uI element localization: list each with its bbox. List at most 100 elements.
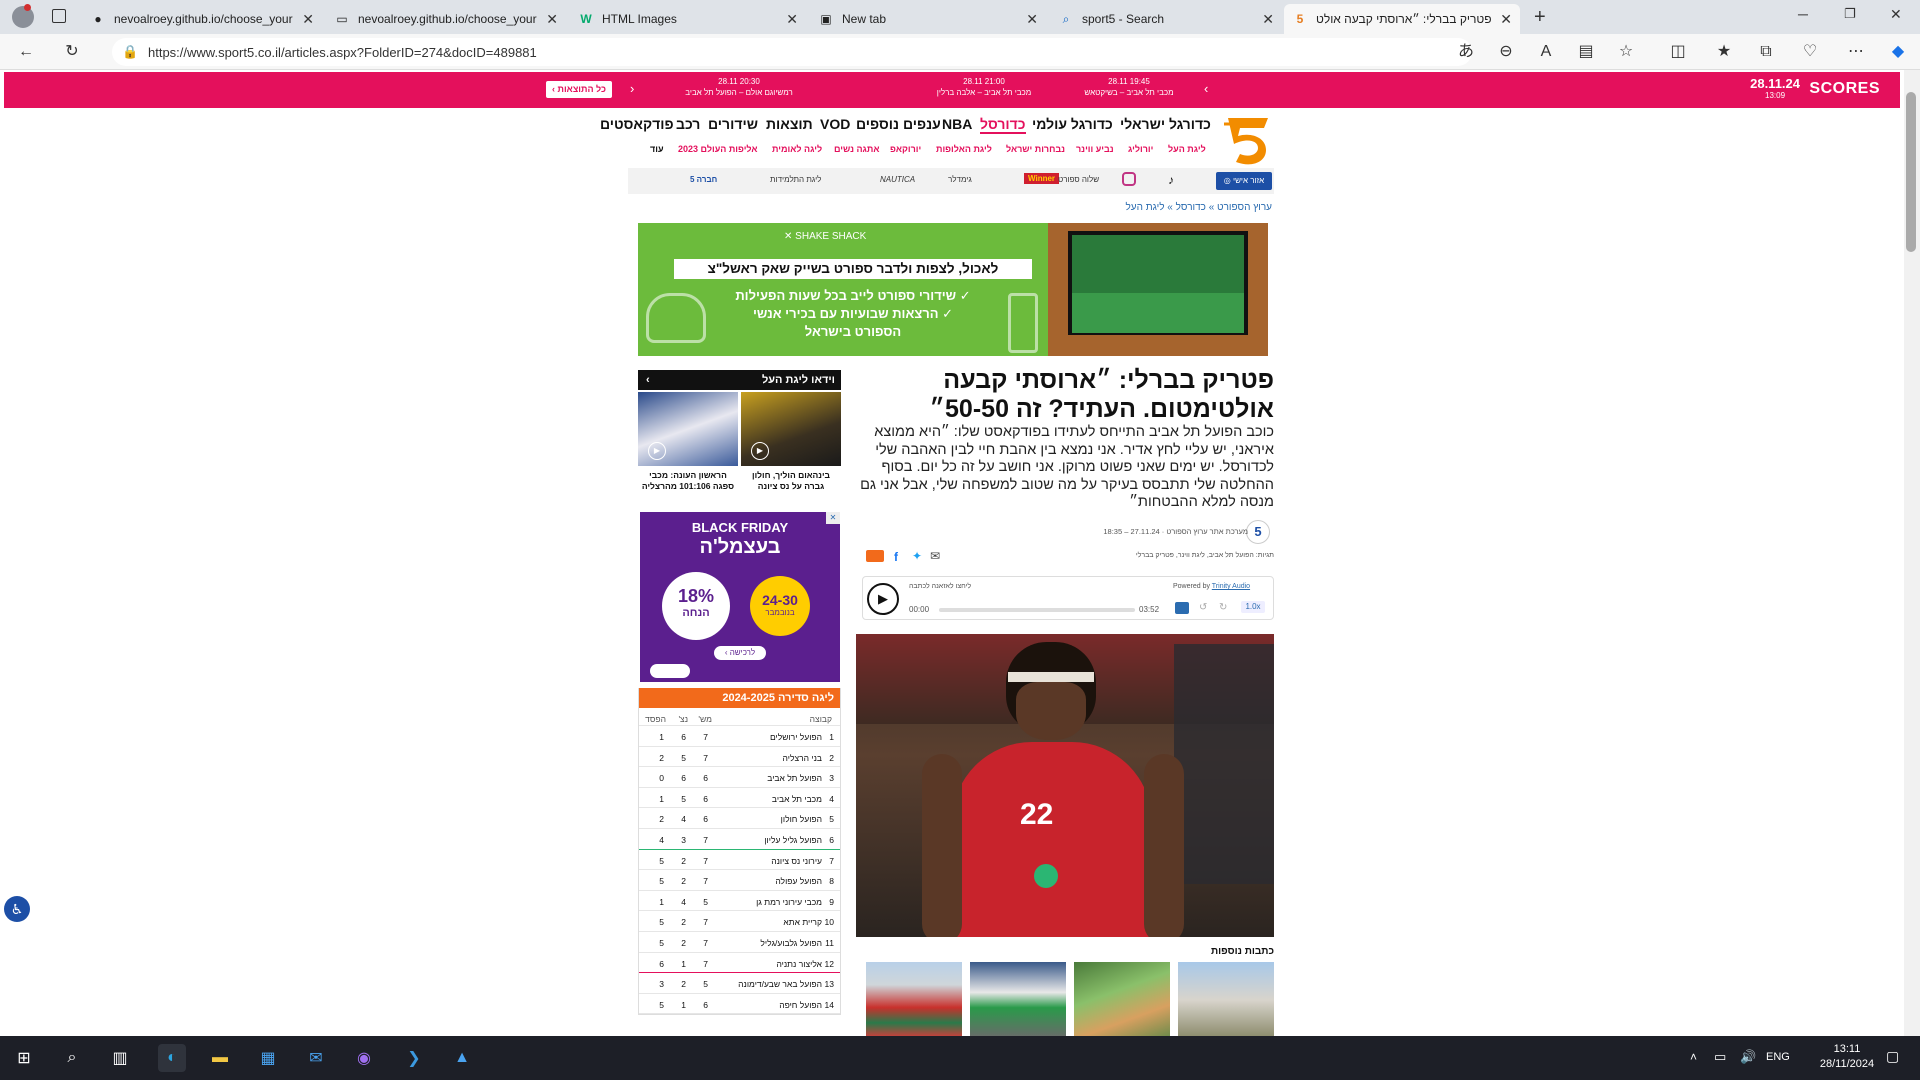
league-table-row[interactable]: 10 קריית אתא 7 2 5: [639, 911, 840, 932]
video-caption[interactable]: בינהאום הוליך, חולון גברה על נס ציונה: [741, 470, 841, 492]
language-indicator[interactable]: ENG: [1766, 1051, 1790, 1063]
more-icon[interactable]: ⋯: [1846, 42, 1866, 62]
bf-cta-button[interactable]: ‹ לרכישה: [714, 646, 766, 660]
video-section-header[interactable]: וידאו ליגת העל ›: [638, 370, 841, 390]
more-article-thumb[interactable]: [970, 962, 1066, 1036]
league-table-row[interactable]: 14 הפועל חיפה 6 1 5: [639, 994, 840, 1015]
instagram-icon[interactable]: [1122, 172, 1136, 186]
tab-github-1[interactable]: ● nevoalroey.github.io/choose_your ✕: [82, 4, 322, 34]
speed-button[interactable]: 1.0x: [1241, 601, 1265, 613]
league-table-row[interactable]: 11 הפועל גלבוע/גליל 7 2 5: [639, 932, 840, 953]
accessibility-icon[interactable]: ♿: [4, 896, 30, 922]
notifications-icon[interactable]: ▢: [1886, 1048, 1899, 1065]
chevron-up-icon[interactable]: ˄: [1690, 1050, 1697, 1064]
league-table-row[interactable]: 6 הפועל גליל עליון 7 3 4: [639, 829, 840, 850]
back-icon[interactable]: ←: [16, 42, 36, 62]
mail-icon[interactable]: ✉: [302, 1044, 330, 1072]
user-login-button[interactable]: ◎ אזור אישי: [1216, 172, 1272, 190]
nav-item[interactable]: כדורגל עולמי: [1032, 116, 1113, 132]
twitter-icon[interactable]: ✦: [912, 549, 922, 563]
league-table-row[interactable]: 3 הפועל תל אביב 6 6 0: [639, 767, 840, 788]
tiktok-icon[interactable]: ♪: [1168, 173, 1174, 187]
subnav-item[interactable]: נבחרות ישראל: [1006, 144, 1065, 154]
close-icon[interactable]: ✕: [546, 11, 558, 28]
chevron-right-icon[interactable]: ›: [630, 81, 634, 96]
email-icon[interactable]: ✉: [930, 549, 940, 563]
breadcrumb[interactable]: ערוץ הספורט » כדורסל » ליגת העל: [1100, 202, 1272, 213]
taskbar-clock[interactable]: 13:11 28/11/2024: [1808, 1042, 1886, 1072]
audio-progress-bar[interactable]: [939, 608, 1135, 612]
subnav-item[interactable]: ליגת האלופות: [936, 144, 992, 154]
paint-app-icon[interactable]: ▲: [448, 1044, 476, 1072]
score-match-3[interactable]: 28.11 20:30 רמשיוגם אולם – הפועל תל אביב: [674, 76, 804, 98]
league-table-row[interactable]: 2 בני הרצליה 7 5 2: [639, 747, 840, 768]
play-button[interactable]: ▶: [867, 583, 899, 615]
ad-black-friday[interactable]: ✕ BLACK FRIDAY בעצמל'ה 18% הנחה 24-30 בנ…: [640, 512, 840, 682]
article-tags[interactable]: תגיות: הפועל תל אביב, ליגת ווינר, פטריק …: [1040, 552, 1274, 559]
tab-html-images[interactable]: W HTML Images ✕: [570, 4, 806, 34]
restore-button[interactable]: ❐: [1844, 6, 1856, 22]
winner-logo[interactable]: Winner: [1024, 173, 1060, 184]
tab-github-2[interactable]: ▭ nevoalroey.github.io/choose_your ✕: [326, 4, 566, 34]
more-article-thumb[interactable]: [1074, 962, 1170, 1036]
page-scrollbar-thumb[interactable]: [1906, 92, 1916, 252]
facebook-icon[interactable]: f: [894, 550, 898, 564]
minimize-button[interactable]: ─: [1798, 6, 1808, 22]
more-article-thumb[interactable]: [1178, 962, 1274, 1036]
collections-icon[interactable]: ⧉: [1756, 42, 1776, 62]
store-icon[interactable]: ▦: [254, 1044, 282, 1072]
nav-item[interactable]: VOD: [820, 116, 850, 132]
subnav-item[interactable]: נביע ווינר: [1076, 144, 1114, 154]
subnav-item[interactable]: ליגת העל: [1168, 144, 1206, 154]
url-field[interactable]: 🔒 https://www.sport5.co.il/articles.aspx…: [112, 38, 1472, 66]
league-table-row[interactable]: 9 מכבי עירוני רמת גן 5 4 1: [639, 891, 840, 912]
chevron-left-icon[interactable]: ‹: [1204, 81, 1208, 96]
github-desktop-icon[interactable]: ◉: [350, 1044, 378, 1072]
tab-sport5-article[interactable]: 5 פטריק בברלי: ״ארוסתי קבעה אולט ✕: [1284, 4, 1520, 34]
close-icon[interactable]: ✕: [1026, 11, 1038, 28]
new-tab-button[interactable]: +: [1534, 6, 1546, 29]
translate-icon[interactable]: あ: [1456, 42, 1476, 62]
close-icon[interactable]: ✕: [1262, 11, 1274, 28]
task-view-icon[interactable]: ▥: [106, 1044, 134, 1072]
tab-search[interactable]: ⌕ sport5 - Search ✕: [1050, 4, 1282, 34]
nav-item[interactable]: רכב: [676, 116, 700, 132]
file-explorer-icon[interactable]: ▬: [206, 1044, 234, 1072]
network-icon[interactable]: ▭: [1714, 1049, 1726, 1065]
nav-item[interactable]: כדורגל ישראלי: [1120, 116, 1211, 132]
more-article-thumb[interactable]: [866, 962, 962, 1036]
read-aloud-icon[interactable]: A: [1536, 42, 1556, 62]
taskbar-search-icon[interactable]: ⌕: [58, 1044, 86, 1072]
video-thumb[interactable]: ▶: [741, 392, 841, 466]
league-table-row[interactable]: 7 עירוני נס ציונה 7 2 5: [639, 850, 840, 871]
partner-item[interactable]: 5 חברה: [690, 175, 717, 184]
close-window-button[interactable]: ✕: [1890, 6, 1902, 23]
partner-item[interactable]: NAUTICA: [880, 175, 915, 184]
sport5-logo[interactable]: [1218, 114, 1272, 166]
copilot-icon[interactable]: ◆: [1888, 42, 1908, 62]
rewind-icon[interactable]: ↺: [1199, 602, 1207, 613]
lock-icon[interactable]: 🔒: [122, 44, 138, 60]
score-match-1[interactable]: 28.11 19:45 מכבי תל אביב – בשיקטאש: [1064, 76, 1194, 98]
close-icon[interactable]: ✕: [302, 11, 314, 28]
profile-avatar[interactable]: [12, 6, 34, 28]
video-thumb[interactable]: ▶: [638, 392, 738, 466]
favorites-icon[interactable]: ★: [1714, 42, 1734, 62]
nav-item[interactable]: ענפים נוספים: [856, 116, 941, 132]
nav-item[interactable]: שידורים: [708, 116, 758, 132]
close-icon[interactable]: ✕: [786, 11, 798, 28]
close-icon[interactable]: ✕: [1500, 11, 1512, 28]
league-table-header[interactable]: ליגה סדירה 2024-2025: [639, 688, 840, 708]
comments-icon[interactable]: [866, 550, 884, 562]
vscode-icon[interactable]: ❯: [400, 1044, 428, 1072]
subnav-item[interactable]: יורוליג: [1128, 144, 1153, 154]
league-table-row[interactable]: 4 מכבי תל אביב 6 5 1: [639, 788, 840, 809]
split-screen-icon[interactable]: ◫: [1668, 42, 1688, 62]
league-table-row[interactable]: 12 אליצור נתניה 7 1 6: [639, 953, 840, 974]
league-table-row[interactable]: 13 הפועל באר שבע/דימונה 5 2 3: [639, 973, 840, 994]
app-icon[interactable]: ▤: [1576, 42, 1596, 62]
subnav-item[interactable]: יורוקאפ: [890, 144, 921, 154]
league-table-row[interactable]: 1 הפועל ירושלים 7 6 1: [639, 726, 840, 747]
tab-actions-icon[interactable]: [52, 9, 66, 23]
subnav-item[interactable]: אתגה נשים: [834, 144, 879, 154]
